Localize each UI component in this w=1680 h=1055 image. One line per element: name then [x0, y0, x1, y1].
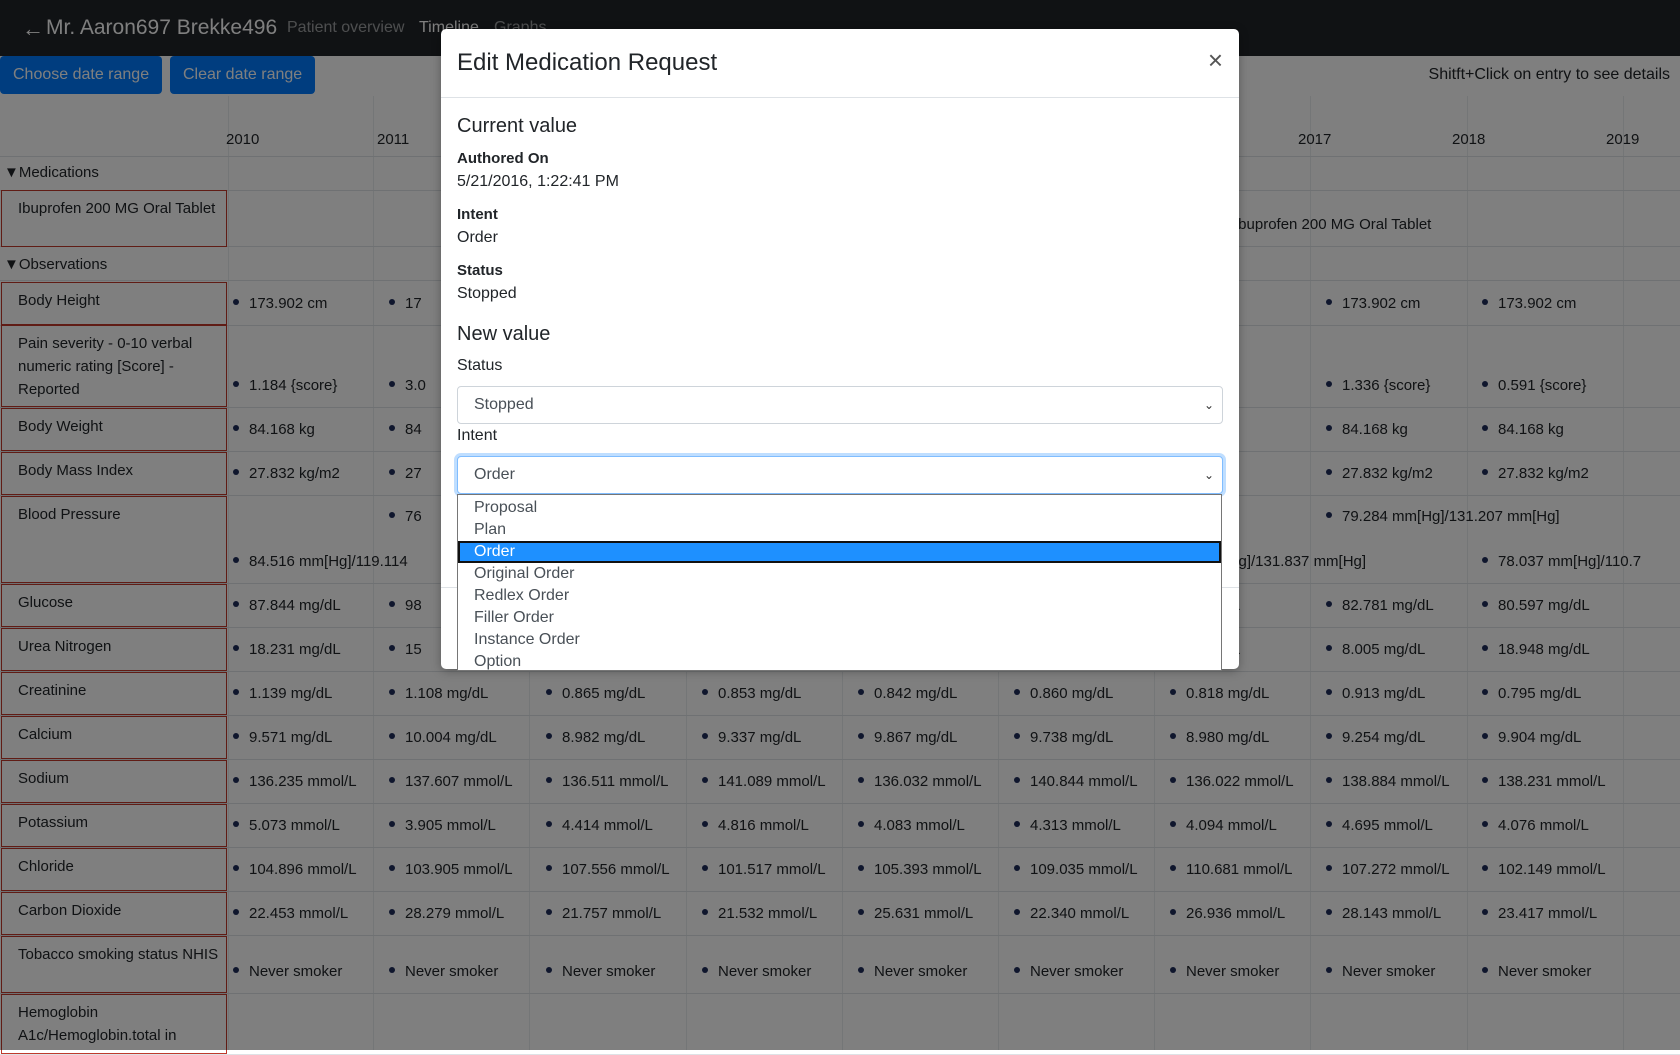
- chevron-down-icon: ⌄: [1203, 398, 1214, 412]
- intent-field-label: Intent: [457, 427, 498, 444]
- intent-options-listbox[interactable]: Proposal Plan Order Original Order Redle…: [457, 494, 1222, 671]
- status-value: Stopped: [457, 285, 517, 302]
- close-icon[interactable]: ×: [1208, 45, 1223, 76]
- authored-on-label: Authored On: [457, 150, 549, 167]
- intent-option[interactable]: Original Order: [458, 563, 1221, 585]
- status-label: Status: [457, 262, 503, 279]
- intent-option[interactable]: Proposal: [458, 497, 1221, 519]
- intent-option[interactable]: Instance Order: [458, 629, 1221, 651]
- modal-title: Edit Medication Request: [457, 49, 718, 76]
- intent-select[interactable]: Order ⌄: [457, 456, 1223, 494]
- status-field-label: Status: [457, 357, 503, 374]
- new-value-heading: New value: [457, 323, 551, 345]
- intent-option[interactable]: Filler Order: [458, 607, 1221, 629]
- chevron-down-icon: ⌄: [1203, 468, 1214, 482]
- current-value-heading: Current value: [457, 115, 578, 137]
- modal-header: Edit Medication Request ×: [441, 29, 1239, 98]
- intent-option[interactable]: Plan: [458, 519, 1221, 541]
- intent-label: Intent: [457, 206, 498, 223]
- intent-option-selected[interactable]: Order: [458, 541, 1221, 563]
- intent-value: Order: [457, 229, 498, 246]
- intent-select-value: Order: [474, 466, 515, 483]
- authored-on-value: 5/21/2016, 1:22:41 PM: [457, 173, 619, 190]
- intent-option[interactable]: Option: [458, 651, 1221, 673]
- status-select-value: Stopped: [474, 396, 534, 413]
- intent-option[interactable]: Redlex Order: [458, 585, 1221, 607]
- status-select[interactable]: Stopped ⌄: [457, 386, 1223, 424]
